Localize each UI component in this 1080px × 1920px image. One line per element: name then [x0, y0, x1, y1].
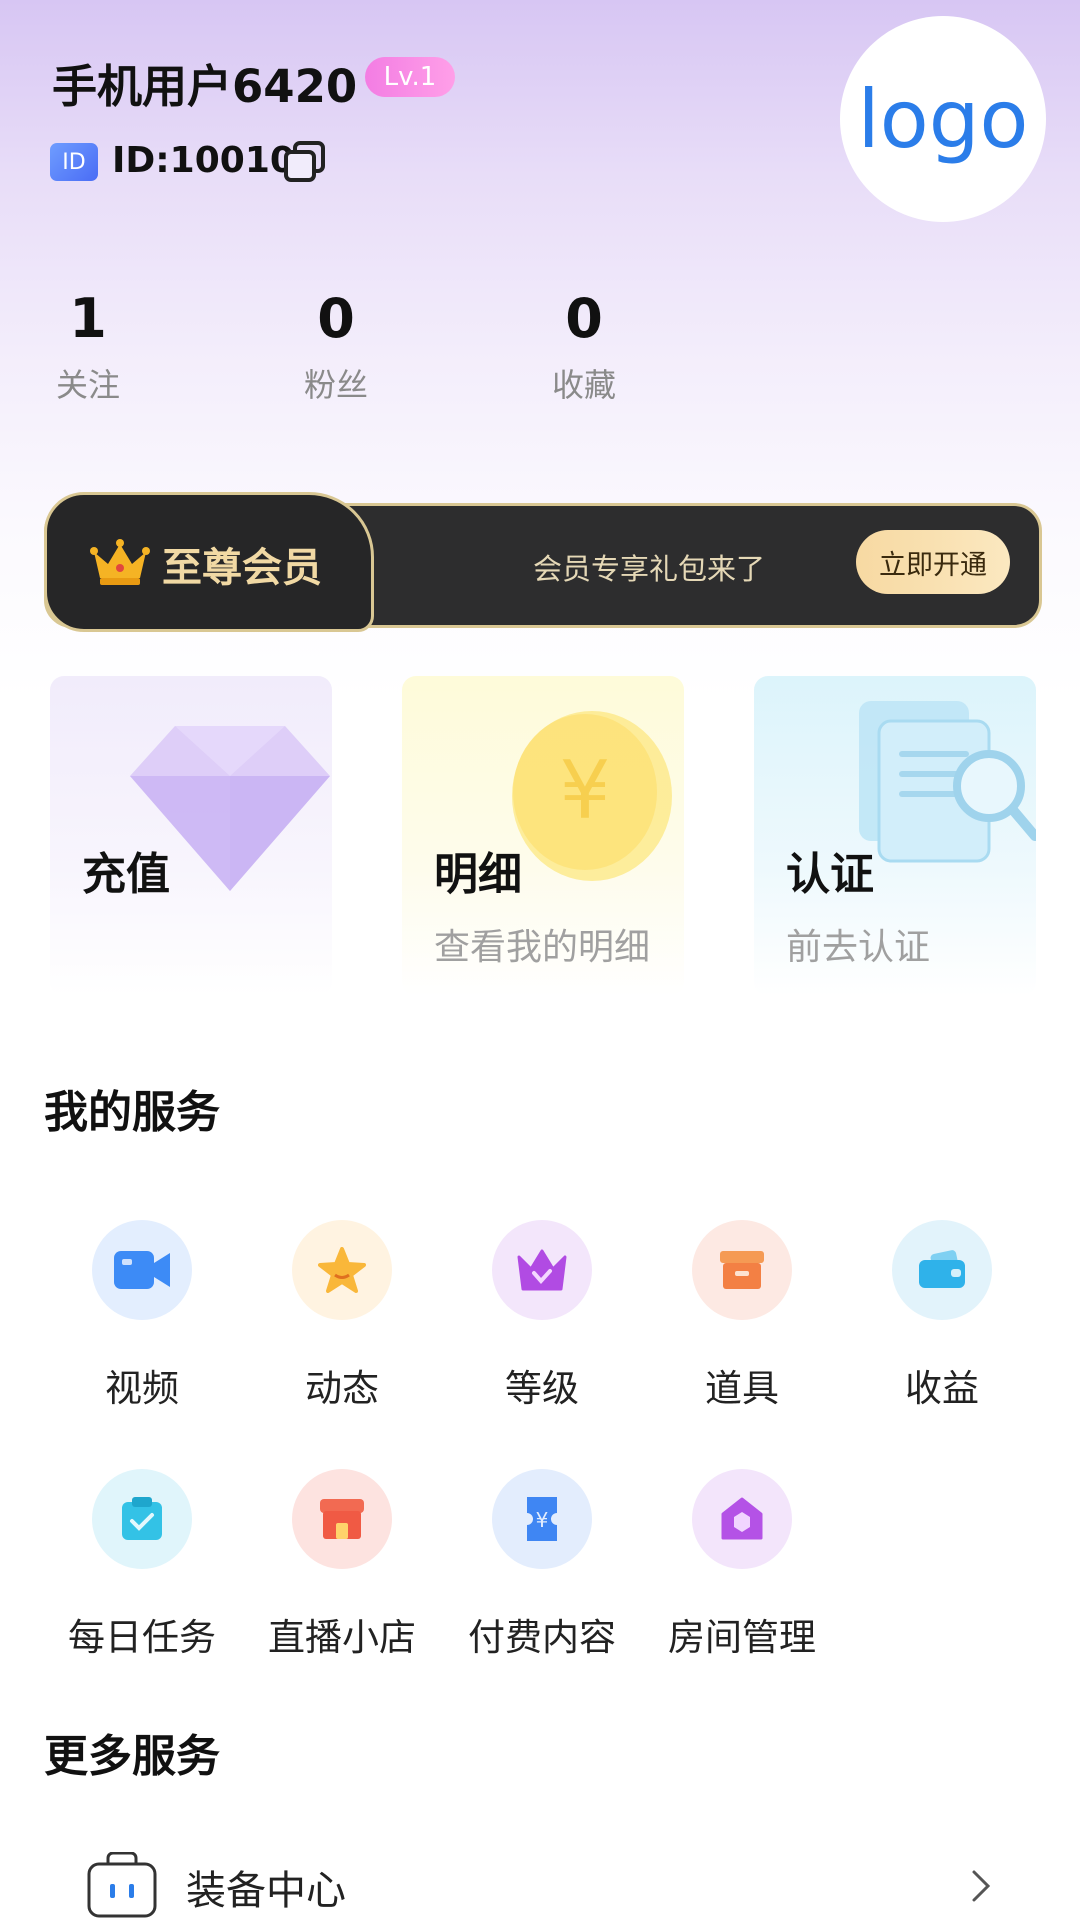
card-title: 认证	[786, 849, 874, 900]
card-subtitle: 查看我的明细	[434, 927, 651, 968]
service-moments[interactable]: 动态	[242, 1220, 442, 1412]
card-recharge[interactable]: 充值	[50, 676, 332, 996]
service-level[interactable]: 等级	[442, 1220, 642, 1412]
star-icon	[292, 1220, 392, 1320]
my-services-title: 我的服务	[44, 1087, 220, 1138]
service-label: 付费内容	[468, 1616, 616, 1659]
service-label: 视频	[105, 1367, 179, 1410]
ticket-icon: ¥	[492, 1469, 592, 1569]
service-daily-tasks[interactable]: 每日任务	[42, 1469, 242, 1661]
coin-icon: ¥	[512, 711, 672, 881]
service-label: 动态	[305, 1367, 379, 1410]
logo[interactable]: logo	[840, 16, 1046, 222]
stat-label: 收藏	[551, 365, 616, 404]
service-room-management[interactable]: 房间管理	[642, 1469, 842, 1661]
stat-label: 关注	[55, 365, 120, 404]
copy-icon[interactable]	[283, 140, 327, 184]
service-label: 道具	[705, 1367, 779, 1410]
vip-promo-text: 会员专享礼包来了	[533, 552, 766, 586]
more-service-equipment-center[interactable]: 装备中心	[86, 1848, 1040, 1920]
service-label: 直播小店	[268, 1616, 416, 1659]
service-label: 等级	[505, 1367, 579, 1410]
room-icon	[692, 1469, 792, 1569]
crown-icon	[492, 1220, 592, 1320]
task-icon	[92, 1469, 192, 1569]
card-title: 明细	[434, 849, 522, 900]
box-icon	[692, 1220, 792, 1320]
svg-text:¥: ¥	[560, 744, 611, 837]
shop-icon	[292, 1469, 392, 1569]
stat-following[interactable]: 1 关注	[18, 287, 158, 406]
document-search-icon	[859, 701, 1036, 863]
vip-title: 至尊会员	[162, 545, 322, 591]
bag-icon	[87, 1852, 157, 1918]
card-title: 充值	[82, 849, 170, 900]
service-label: 收益	[905, 1367, 979, 1410]
card-verify[interactable]: 认证 前去认证	[754, 676, 1036, 996]
id-icon: ID	[50, 143, 98, 181]
service-props[interactable]: 道具	[642, 1220, 842, 1412]
stat-fans[interactable]: 0 粉丝	[266, 287, 406, 406]
card-subtitle: 前去认证	[786, 927, 931, 968]
stat-favorites[interactable]: 0 收藏	[514, 287, 654, 406]
service-label: 房间管理	[668, 1616, 816, 1659]
service-video[interactable]: 视频	[42, 1220, 242, 1412]
chevron-right-icon	[972, 1870, 991, 1902]
stat-value: 1	[69, 287, 107, 350]
svg-text:¥: ¥	[536, 1508, 549, 1532]
vip-open-button[interactable]: 立即开通	[856, 530, 1010, 594]
more-services-title: 更多服务	[44, 1731, 220, 1782]
more-service-label: 装备中心	[186, 1868, 346, 1914]
video-camera-icon	[92, 1220, 192, 1320]
service-paid-content[interactable]: ¥ 付费内容	[442, 1469, 642, 1661]
stat-value: 0	[317, 287, 355, 350]
service-earnings[interactable]: 收益	[842, 1220, 1042, 1412]
stat-value: 0	[565, 287, 603, 350]
level-badge: Lv.1	[365, 57, 455, 97]
user-id: ID:10010	[112, 140, 295, 181]
card-details[interactable]: ¥ 明细 查看我的明细	[402, 676, 684, 996]
service-label: 每日任务	[68, 1616, 216, 1659]
stat-label: 粉丝	[303, 365, 368, 404]
service-live-shop[interactable]: 直播小店	[242, 1469, 442, 1661]
wallet-icon	[892, 1220, 992, 1320]
username: 手机用户6420	[52, 60, 358, 113]
crown-icon	[90, 538, 150, 588]
